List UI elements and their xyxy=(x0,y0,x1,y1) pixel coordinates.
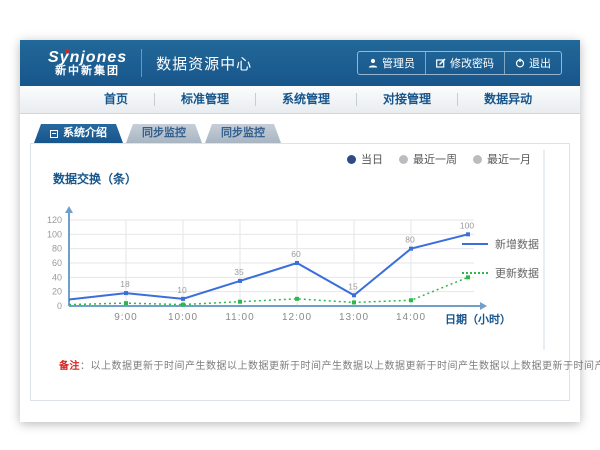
svg-text:15: 15 xyxy=(348,281,358,291)
radio-selected-icon xyxy=(347,155,356,164)
svg-text:10:00: 10:00 xyxy=(168,312,198,323)
legend-item-0: 新增数据 xyxy=(462,236,539,252)
chart-legend: 新增数据更新数据 xyxy=(462,236,539,294)
nav-item-2[interactable]: 系统管理 xyxy=(256,86,356,113)
nav-item-1[interactable]: 标准管理 xyxy=(155,86,255,113)
tab-0[interactable]: 系统介绍 xyxy=(34,124,123,143)
footnote-separator: ： xyxy=(80,361,91,372)
svg-text:60: 60 xyxy=(52,258,62,268)
svg-text:9:00: 9:00 xyxy=(114,312,137,323)
tab-2[interactable]: 同步监控 xyxy=(205,124,281,143)
change-password-button[interactable]: 修改密码 xyxy=(425,52,504,74)
main-nav: 首页标准管理系统管理对接管理数据异动 xyxy=(20,86,580,114)
nav-item-3[interactable]: 对接管理 xyxy=(357,86,457,113)
tab-label: 系统介绍 xyxy=(63,124,107,143)
svg-text:35: 35 xyxy=(234,267,244,277)
header-divider xyxy=(141,49,142,77)
svg-text:100: 100 xyxy=(47,229,62,239)
tab-bar: 系统介绍 同步监控 同步监控 xyxy=(34,124,281,143)
app-title: 数据资源中心 xyxy=(156,53,252,74)
logo-text: Synjones xyxy=(48,50,127,65)
logout-label: 退出 xyxy=(529,55,551,71)
svg-text:14:00: 14:00 xyxy=(396,312,426,323)
radio-icon xyxy=(473,155,482,164)
form-icon xyxy=(50,130,58,138)
content-panel: 当日最近一周最近一月 数据交换（条） 0204060801001209:0010… xyxy=(30,143,570,401)
logo-subtext: 新中新集团 xyxy=(48,65,127,77)
logout-button[interactable]: 退出 xyxy=(504,52,561,74)
range-filter-1[interactable]: 最近一周 xyxy=(399,151,457,167)
svg-text:0: 0 xyxy=(57,301,62,311)
svg-text:80: 80 xyxy=(405,235,415,245)
range-filter-label: 最近一月 xyxy=(487,151,531,167)
range-filter-0[interactable]: 当日 xyxy=(347,151,383,167)
logo-accent-dot xyxy=(65,49,69,53)
tab-1[interactable]: 同步监控 xyxy=(126,124,202,143)
range-filter-2[interactable]: 最近一月 xyxy=(473,151,531,167)
range-filter-label: 最近一周 xyxy=(413,151,457,167)
svg-text:11:00: 11:00 xyxy=(225,312,254,323)
range-filter-group: 当日 最近一周 最近一月 xyxy=(347,151,531,167)
app-window: Synjones 新中新集团 数据资源中心 管理员 修改密码 退出 首页标准管理… xyxy=(20,40,580,422)
legend-line-sample xyxy=(462,272,488,274)
svg-text:18: 18 xyxy=(120,279,130,289)
svg-text:100: 100 xyxy=(460,220,474,230)
svg-text:80: 80 xyxy=(52,244,62,254)
svg-text:13:00: 13:00 xyxy=(339,312,369,323)
radio-icon xyxy=(399,155,408,164)
power-icon xyxy=(515,58,525,68)
legend-line-sample xyxy=(462,243,488,245)
header-controls: 管理员 修改密码 退出 xyxy=(357,51,562,75)
header: Synjones 新中新集团 数据资源中心 管理员 修改密码 退出 xyxy=(20,40,580,86)
logo: Synjones 新中新集团 xyxy=(48,50,127,77)
footnote-prefix: 备注 xyxy=(59,361,80,372)
svg-text:20: 20 xyxy=(52,287,62,297)
svg-text:40: 40 xyxy=(52,272,62,282)
legend-item-1: 更新数据 xyxy=(462,265,539,281)
svg-text:日期（小时）: 日期（小时） xyxy=(445,312,511,326)
nav-item-4[interactable]: 数据异动 xyxy=(458,86,558,113)
legend-label: 新增数据 xyxy=(495,236,539,252)
svg-text:10: 10 xyxy=(177,285,187,295)
user-button[interactable]: 管理员 xyxy=(358,52,425,74)
svg-text:60: 60 xyxy=(291,249,301,259)
change-password-label: 修改密码 xyxy=(450,55,494,71)
nav-item-0[interactable]: 首页 xyxy=(78,86,154,113)
range-filter-label: 当日 xyxy=(361,151,383,167)
footnote-text: 以上数据更新于时间产生数据以上数据更新于时间产生数据以上数据更新于时间产生数据以… xyxy=(91,361,600,372)
user-button-label: 管理员 xyxy=(382,55,415,71)
tab-label: 同步监控 xyxy=(142,124,186,143)
legend-label: 更新数据 xyxy=(495,265,539,281)
svg-text:12:00: 12:00 xyxy=(282,312,312,323)
user-icon xyxy=(368,58,378,68)
edit-icon xyxy=(436,58,446,68)
footnote: 备注：以上数据更新于时间产生数据以上数据更新于时间产生数据以上数据更新于时间产生… xyxy=(59,357,600,372)
tab-label: 同步监控 xyxy=(221,124,265,143)
svg-text:120: 120 xyxy=(47,215,62,225)
